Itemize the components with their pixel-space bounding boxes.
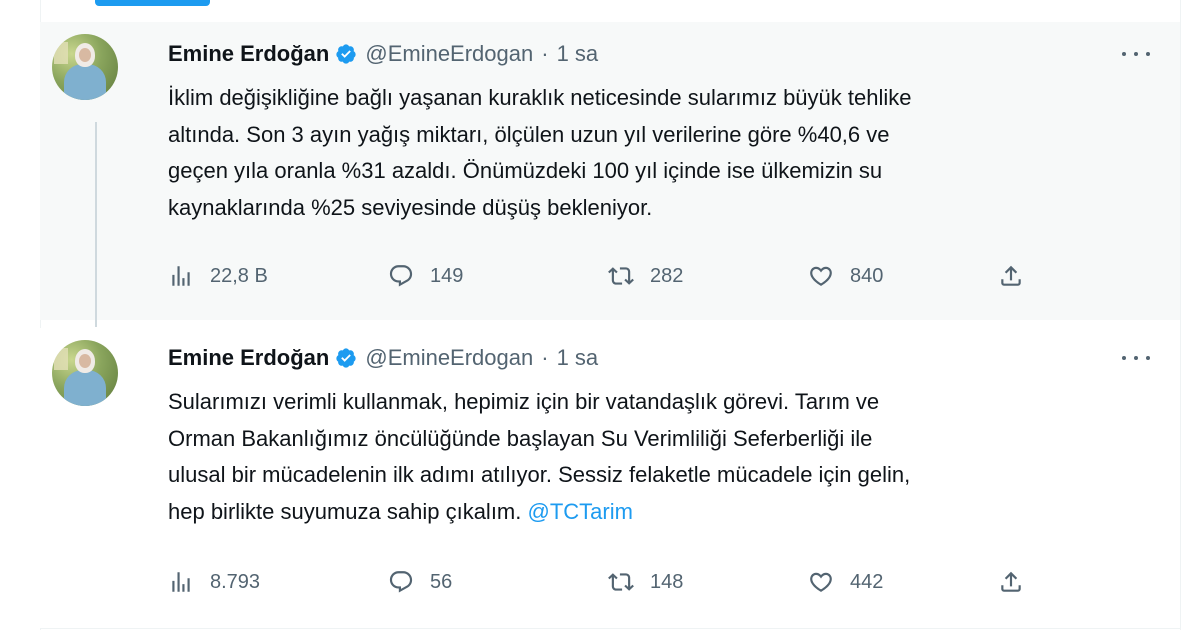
mention-link[interactable]: @TCTarim <box>528 499 633 524</box>
timeline-right-border <box>1180 0 1181 630</box>
avatar[interactable] <box>52 34 118 100</box>
avatar-figure-face <box>79 354 91 368</box>
views-count: 8.793 <box>210 570 261 593</box>
like-button[interactable]: 442 <box>808 566 883 598</box>
tweet-text: Sularımızı verimli kullanmak, hepimiz iç… <box>168 384 1148 530</box>
retweet-button[interactable]: 282 <box>608 260 683 292</box>
tweet-text-line: kaynaklarında %25 seviyesinde düşüş bekl… <box>168 194 653 220</box>
author-handle[interactable]: @EmineErdogan <box>365 41 533 67</box>
reply-icon <box>389 265 413 287</box>
divider <box>40 628 1180 629</box>
verified-badge-icon <box>336 348 356 368</box>
verified-badge-icon <box>336 44 356 64</box>
share-button[interactable] <box>998 566 1040 598</box>
avatar-background <box>54 348 68 370</box>
avatar-background <box>54 42 68 64</box>
author-handle[interactable]: @EmineErdogan <box>365 345 533 371</box>
tweet-header: Emine Erdoğan @EmineErdogan · 1 sa <box>168 343 598 373</box>
retweet-icon <box>608 573 634 591</box>
tweet-text-line: Orman Bakanlığımız öncülüğünde başlayan … <box>168 425 873 451</box>
tweet-text-line: geçen yıla oranla %31 azaldı. Önümüzdeki… <box>168 158 883 183</box>
author-name[interactable]: Emine Erdoğan <box>168 345 329 371</box>
tweet-actions: 8.793 56 148 442 <box>168 566 1021 598</box>
avatar-figure-face <box>79 48 91 62</box>
active-tab-indicator <box>95 0 210 6</box>
tweet-card[interactable]: Emine Erdoğan @EmineErdogan · 1 sa Sular… <box>40 328 1180 628</box>
retweet-button[interactable]: 148 <box>608 566 683 598</box>
avatar-figure-body <box>64 64 106 100</box>
more-options-icon[interactable] <box>1122 348 1150 368</box>
like-icon <box>810 572 832 592</box>
retweet-icon <box>608 267 634 285</box>
reply-count: 56 <box>430 570 453 593</box>
timestamp[interactable]: 1 sa <box>557 41 599 67</box>
reply-count: 149 <box>430 264 464 287</box>
tweet-text-line: İklim değişikliğine bağlı yaşanan kurakl… <box>168 85 912 110</box>
tweet-text-line-end: hep birlikte suyumuza sahip çıkalım. <box>168 498 522 524</box>
views-icon <box>172 266 190 286</box>
views-button[interactable]: 22,8 B <box>168 260 268 292</box>
like-button[interactable]: 840 <box>808 260 883 292</box>
like-count: 840 <box>850 264 884 287</box>
timestamp[interactable]: 1 sa <box>557 345 599 371</box>
reply-button[interactable]: 149 <box>388 260 463 292</box>
separator-dot: · <box>541 41 549 66</box>
tweet-actions: 22,8 B 149 282 840 <box>168 260 1021 292</box>
tweet-text-line: ulusal bir mücadelenin ilk adımı atılıyo… <box>168 462 911 487</box>
author-name[interactable]: Emine Erdoğan <box>168 41 329 67</box>
views-count: 22,8 B <box>210 264 268 287</box>
tweet-card[interactable]: Emine Erdoğan @EmineErdogan · 1 sa İklim… <box>40 22 1180 320</box>
share-button[interactable] <box>998 260 1040 292</box>
retweet-count: 282 <box>650 264 684 287</box>
tweet-text-line: Sularımızı verimli kullanmak, hepimiz iç… <box>168 389 880 414</box>
share-icon <box>1001 571 1021 592</box>
share-icon <box>1001 265 1021 286</box>
tweet-header: Emine Erdoğan @EmineErdogan · 1 sa <box>168 39 598 69</box>
thread-connector-line <box>95 122 97 327</box>
like-icon <box>810 266 832 286</box>
reply-icon <box>389 571 413 593</box>
avatar[interactable] <box>52 340 118 406</box>
more-options-icon[interactable] <box>1122 44 1150 64</box>
views-icon <box>172 572 190 592</box>
views-button[interactable]: 8.793 <box>168 566 260 598</box>
tweet-text: İklim değişikliğine bağlı yaşanan kurakl… <box>168 80 1148 226</box>
retweet-count: 148 <box>650 570 684 593</box>
separator-dot: · <box>541 345 549 370</box>
reply-button[interactable]: 56 <box>388 566 452 598</box>
avatar-figure-body <box>64 370 106 406</box>
like-count: 442 <box>850 570 884 593</box>
tweet-text-line: hep birlikte suyumuza sahip çıkalım. @TC… <box>168 494 1148 531</box>
tweet-text-line: altında. Son 3 ayın yağış miktarı, ölçül… <box>168 121 890 147</box>
